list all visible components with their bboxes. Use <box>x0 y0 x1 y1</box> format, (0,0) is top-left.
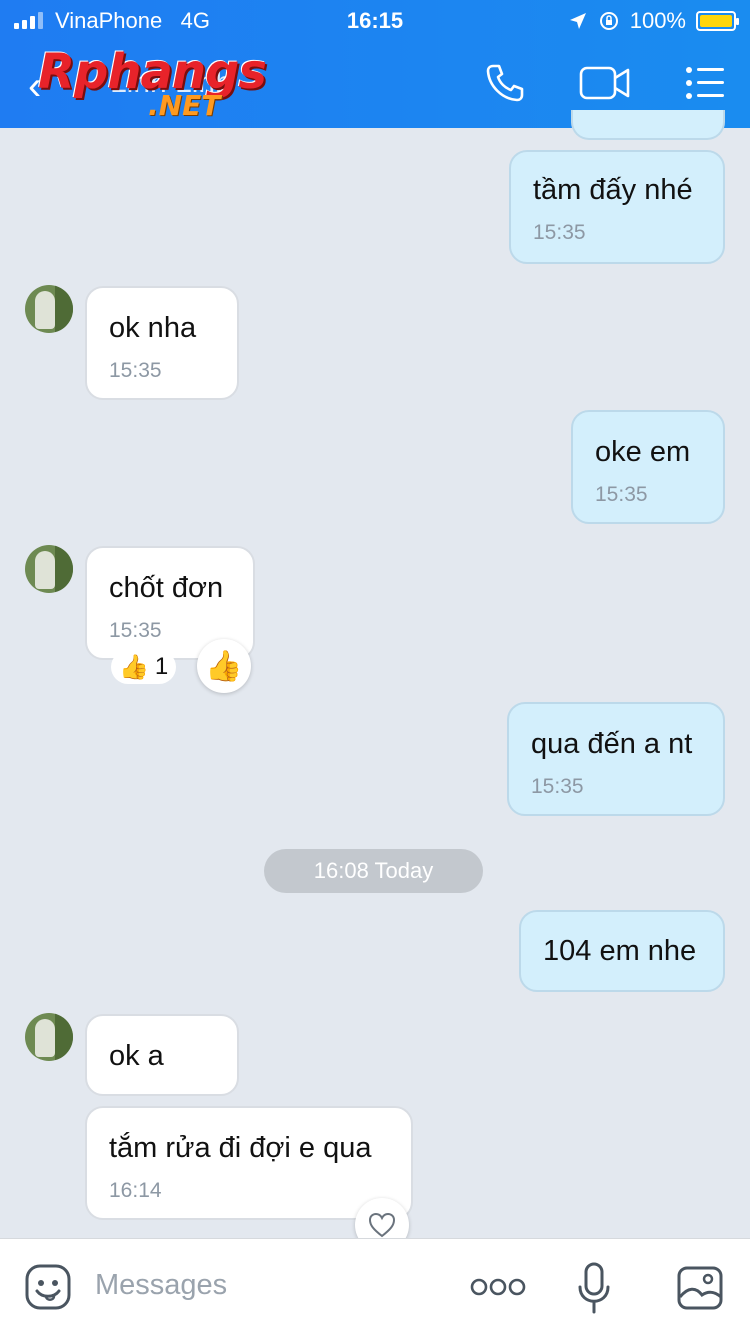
like-icon: 👍 <box>205 649 243 683</box>
message-bubble-outgoing[interactable]: qua đến a nt 15:35 <box>507 702 725 816</box>
message-bubble-incoming[interactable]: ok a <box>85 1014 239 1096</box>
top-bar: VinaPhone 4G 16:15 100% ‹ Linh Linh Rpha… <box>0 0 750 128</box>
message-text: ok nha <box>109 312 197 344</box>
message-input[interactable]: Messages <box>95 1269 227 1302</box>
like-reaction-button[interactable]: 👍 <box>197 639 251 693</box>
like-icon: 👍 <box>119 653 149 681</box>
video-call-icon[interactable] <box>578 62 632 104</box>
message-text: tầm đấy nhé <box>533 174 693 206</box>
rotation-lock-icon <box>599 12 618 30</box>
contact-avatar[interactable] <box>25 1013 73 1061</box>
message-text: chốt đơn <box>109 572 224 604</box>
message-text: qua đến a nt <box>531 728 693 760</box>
message-bubble-incoming[interactable]: ok nha 15:35 <box>85 286 239 400</box>
battery-icon <box>696 11 739 31</box>
date-separator: 16:08 Today <box>264 849 483 893</box>
watermark-logo: Rphangs .NET <box>38 48 267 120</box>
reaction-summary[interactable]: 👍 1 <box>111 650 177 684</box>
battery-percent: 100% <box>629 8 686 33</box>
message-composer: Messages <box>0 1238 750 1334</box>
message-text: oke em <box>595 436 691 468</box>
location-icon <box>569 13 586 29</box>
message-time: 15:35 <box>531 775 584 798</box>
message-bubble-outgoing[interactable]: oke em 15:35 <box>571 410 725 524</box>
contact-avatar[interactable] <box>25 545 73 593</box>
more-icon[interactable] <box>470 1275 526 1299</box>
sticker-icon[interactable] <box>24 1263 72 1311</box>
message-time: 15:35 <box>533 221 586 244</box>
message-text: tắm rửa đi đợi e qua <box>109 1132 372 1164</box>
status-right: 100% <box>568 8 739 34</box>
heart-icon <box>368 1212 396 1238</box>
message-text: 104 em nhe <box>543 935 697 967</box>
message-bubble-outgoing[interactable]: 104 em nhe <box>519 910 725 992</box>
message-bubble-incoming[interactable]: tắm rửa đi đợi e qua 16:14 <box>85 1106 413 1220</box>
message-time: 16:14 <box>109 1179 162 1202</box>
menu-icon[interactable] <box>684 62 726 104</box>
contact-avatar[interactable] <box>25 285 73 333</box>
reaction-count: 1 <box>154 653 169 680</box>
message-time: 15:35 <box>109 359 162 382</box>
image-icon[interactable] <box>676 1265 724 1311</box>
message-bubble-outgoing[interactable]: tầm đấy nhé 15:35 <box>509 150 725 264</box>
message-text: ok a <box>109 1040 164 1072</box>
message-time: 15:35 <box>109 619 162 642</box>
status-bar: VinaPhone 4G 16:15 100% <box>0 0 750 42</box>
microphone-icon[interactable] <box>576 1261 612 1315</box>
message-time: 15:35 <box>595 483 648 506</box>
phone-icon[interactable] <box>484 62 526 104</box>
message-bubble-partial[interactable] <box>571 110 725 140</box>
